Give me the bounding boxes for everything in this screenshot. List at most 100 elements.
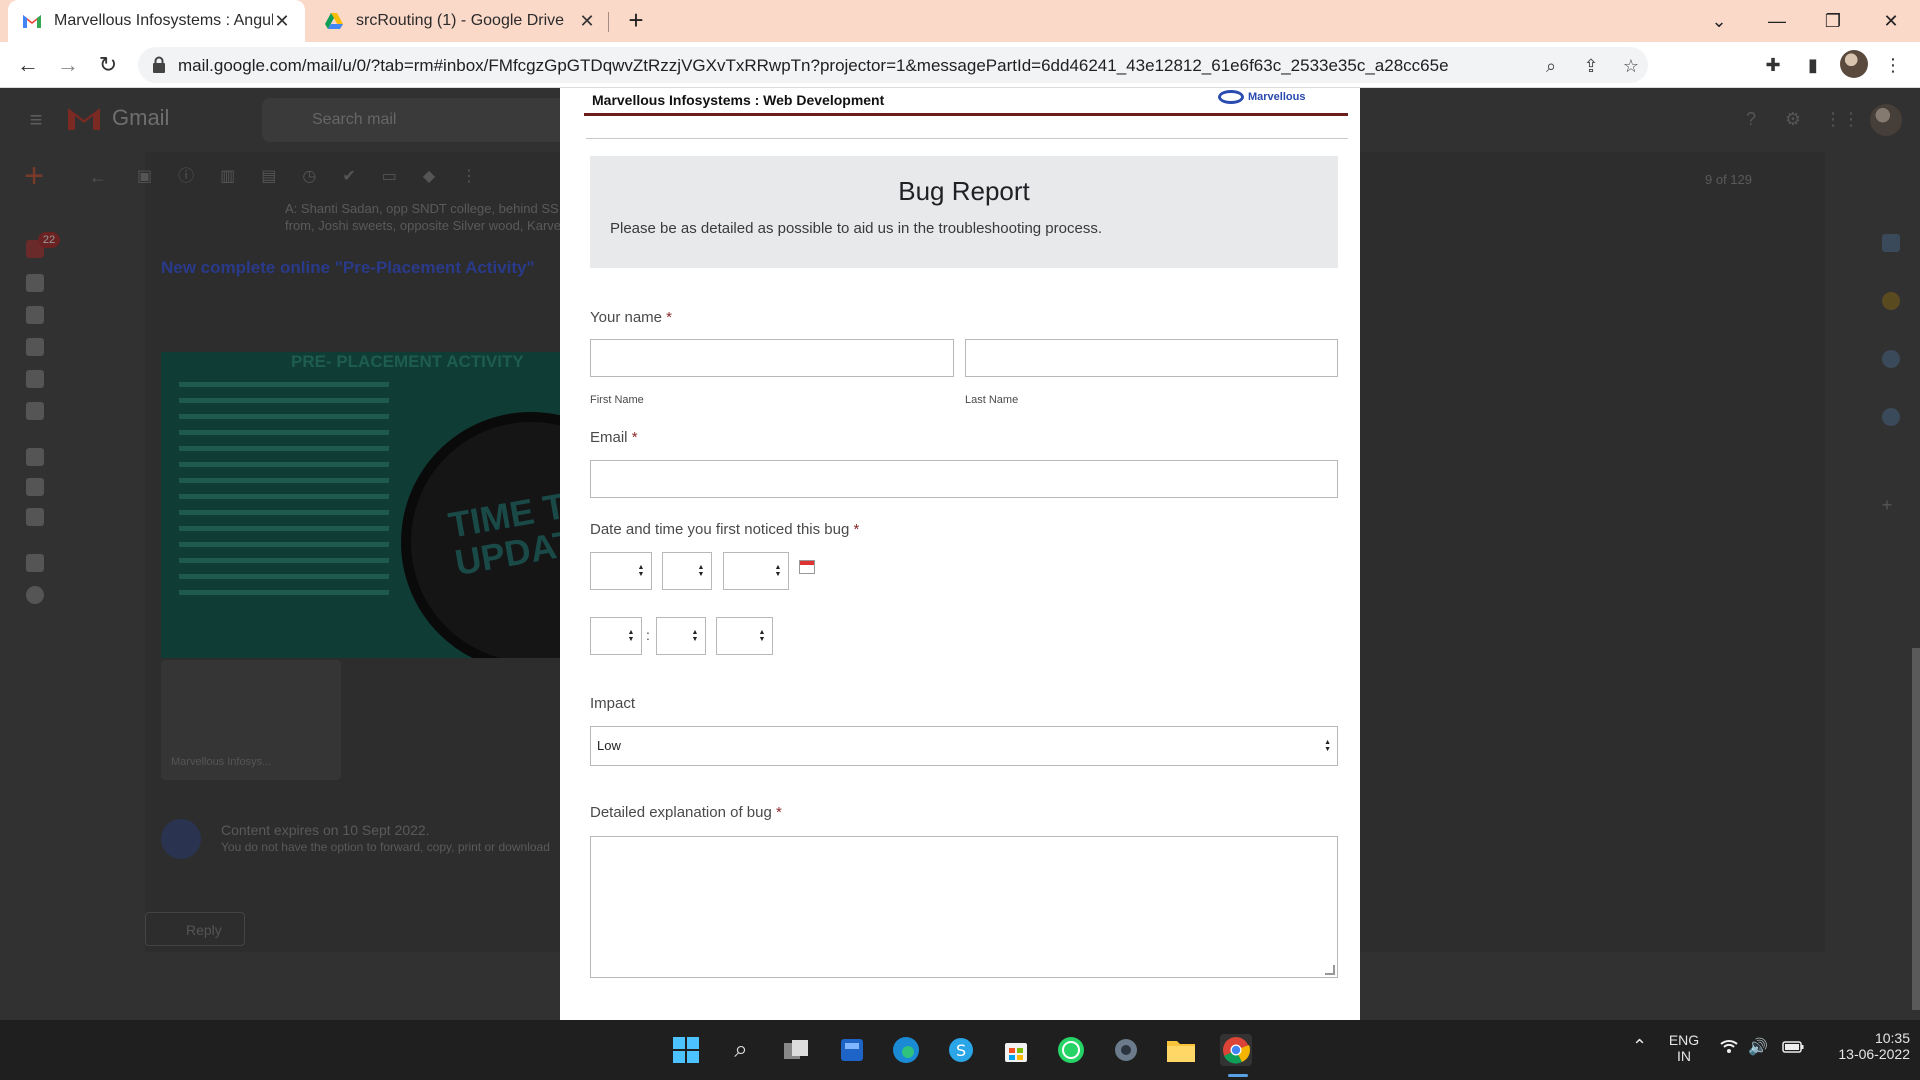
sent-icon[interactable]	[26, 338, 44, 356]
gmail-icon	[22, 11, 42, 31]
snoozed-icon[interactable]	[26, 306, 44, 324]
search-input[interactable]: Search mail	[262, 98, 582, 142]
extensions-icon[interactable]: ✚	[1760, 52, 1786, 78]
minimize-button[interactable]: —	[1762, 6, 1792, 36]
file-explorer-icon[interactable]	[1165, 1034, 1197, 1066]
back-button[interactable]: ←	[14, 51, 42, 79]
more-icon[interactable]	[26, 402, 44, 420]
email-headline[interactable]: New complete online "Pre-Placement Activ…	[161, 258, 535, 278]
starred-icon[interactable]	[26, 274, 44, 292]
task-view-icon[interactable]	[780, 1034, 812, 1066]
edge-browser-icon[interactable]	[890, 1034, 922, 1066]
spinner-arrows-icon: ▲ ▼	[697, 564, 705, 578]
ampm-select[interactable]: ▲ ▼	[716, 617, 773, 655]
explanation-textarea[interactable]	[590, 836, 1338, 978]
widgets-icon[interactable]	[836, 1034, 868, 1066]
window-close-button[interactable]: ✕	[1876, 6, 1906, 36]
document-viewer: Marvellous Infosystems : Web Development…	[560, 88, 1360, 1020]
skype-icon[interactable]: S	[945, 1034, 977, 1066]
chrome-menu-icon[interactable]: ⋮	[1880, 52, 1906, 78]
account-avatar[interactable]	[1870, 104, 1902, 136]
compose-plus-icon[interactable]: +	[20, 159, 48, 193]
windows-taskbar: ⌕ S ⌃ ENG IN 🔊 10:35 13-06-2022	[0, 1020, 1920, 1080]
help-icon[interactable]: ?	[1738, 106, 1764, 132]
tab-separator	[608, 12, 609, 32]
reload-button[interactable]: ↻	[94, 51, 122, 79]
microsoft-store-icon[interactable]	[1000, 1034, 1032, 1066]
address-line: from, Joshi sweets, opposite Silver wood…	[285, 218, 562, 233]
day-select[interactable]: ▲ ▼	[662, 552, 712, 590]
required-mark: *	[853, 521, 860, 538]
tab-search-chevron-icon[interactable]: ⌄	[1704, 6, 1734, 36]
close-icon[interactable]: ✕	[578, 11, 596, 32]
google-drive-icon	[324, 11, 344, 31]
calendar-icon[interactable]	[1882, 234, 1900, 252]
add-addon-icon[interactable]: +	[1874, 492, 1900, 518]
side-panel-icon[interactable]: ▮	[1800, 52, 1826, 78]
contacts-icon[interactable]	[1882, 408, 1900, 426]
tab-title: srcRouting (1) - Google Drive	[356, 12, 565, 29]
meet-icon[interactable]	[26, 478, 44, 496]
impact-select[interactable]: Low ▲ ▼	[590, 726, 1338, 766]
volume-icon[interactable]: 🔊	[1748, 1037, 1768, 1057]
year-select[interactable]: ▲ ▼	[723, 552, 789, 590]
contact-avatar[interactable]	[26, 586, 44, 604]
drafts-icon[interactable]	[26, 370, 44, 388]
apps-grid-icon[interactable]: ⋮⋮	[1824, 106, 1860, 132]
settings-gear-icon[interactable]: ⚙	[1780, 106, 1806, 132]
bookmark-star-icon[interactable]: ☆	[1620, 55, 1642, 77]
poster-title: PRE- PLACEMENT ACTIVITY	[291, 352, 524, 371]
battery-icon[interactable]	[1782, 1040, 1804, 1056]
chat-icon[interactable]	[26, 448, 44, 466]
impact-value: Low	[597, 738, 621, 753]
minute-select[interactable]: ▲ ▼	[656, 617, 706, 655]
first-name-field[interactable]	[590, 339, 954, 377]
language-indicator[interactable]: ENG IN	[1666, 1032, 1702, 1064]
close-icon[interactable]: ✕	[273, 11, 291, 32]
zoom-icon[interactable]: ⌕	[1540, 55, 1562, 77]
document-header: Marvellous Infosystems : Web Development…	[584, 88, 1348, 116]
address-bar[interactable]: mail.google.com/mail/u/0/?tab=rm#inbox/F…	[138, 47, 1648, 83]
last-name-field[interactable]	[965, 339, 1338, 377]
time-separator: :	[646, 627, 650, 643]
search-icon[interactable]: ⌕	[725, 1034, 757, 1066]
restore-button[interactable]: ❐	[1818, 6, 1848, 36]
show-hidden-icons-chevron-icon[interactable]: ⌃	[1632, 1036, 1647, 1057]
main-menu-icon[interactable]: ≡	[22, 106, 50, 134]
settings-icon[interactable]	[1110, 1034, 1142, 1066]
datetime-label: Date and time you first noticed this bug…	[590, 521, 859, 538]
clock-area[interactable]: 10:35 13-06-2022	[1810, 1030, 1910, 1062]
share-icon[interactable]: ⇪	[1580, 55, 1602, 77]
chrome-icon[interactable]	[1220, 1034, 1252, 1066]
forward-button[interactable]: →	[54, 51, 82, 79]
windows-start-icon[interactable]	[670, 1034, 702, 1066]
name-label-text: Your name	[590, 309, 662, 326]
tab-gmail[interactable]: Marvellous Infosystems : Angular ✕	[8, 0, 305, 42]
tab-google-drive[interactable]: srcRouting (1) - Google Drive ✕	[310, 0, 610, 42]
dropdown-arrows-icon: ▲ ▼	[1324, 739, 1331, 753]
header-divider	[586, 138, 1348, 139]
page-scrollbar[interactable]	[1912, 648, 1920, 1010]
impact-label: Impact	[590, 695, 636, 712]
region-code: IN	[1677, 1048, 1691, 1064]
form-subtitle: Please be as detailed as possible to aid…	[610, 220, 1102, 237]
month-select[interactable]: ▲ ▼	[590, 552, 652, 590]
back-to-inbox-icon[interactable]: ←	[85, 164, 111, 190]
tasks-icon[interactable]	[1882, 350, 1900, 368]
resize-handle-icon[interactable]	[1325, 965, 1335, 975]
reply-button[interactable]: Reply	[145, 912, 245, 946]
email-field[interactable]	[590, 460, 1338, 498]
hangouts-icon[interactable]	[26, 554, 44, 572]
new-tab-button[interactable]: +	[622, 7, 650, 35]
calendar-picker-icon[interactable]	[799, 560, 815, 574]
keep-icon[interactable]	[1882, 292, 1900, 310]
whatsapp-icon[interactable]	[1055, 1034, 1087, 1066]
gmail-left-rail: + 22	[0, 152, 72, 1020]
pdf-attachment-card[interactable]: Marvellous Infosys...	[161, 660, 341, 780]
wifi-icon[interactable]	[1720, 1038, 1738, 1057]
hour-select[interactable]: ▲ ▼	[590, 617, 642, 655]
keyboard-icon[interactable]	[26, 508, 44, 526]
datetime-label-text: Date and time you first noticed this bug	[590, 521, 850, 538]
profile-avatar[interactable]	[1840, 50, 1868, 78]
active-app-indicator	[1228, 1074, 1248, 1077]
